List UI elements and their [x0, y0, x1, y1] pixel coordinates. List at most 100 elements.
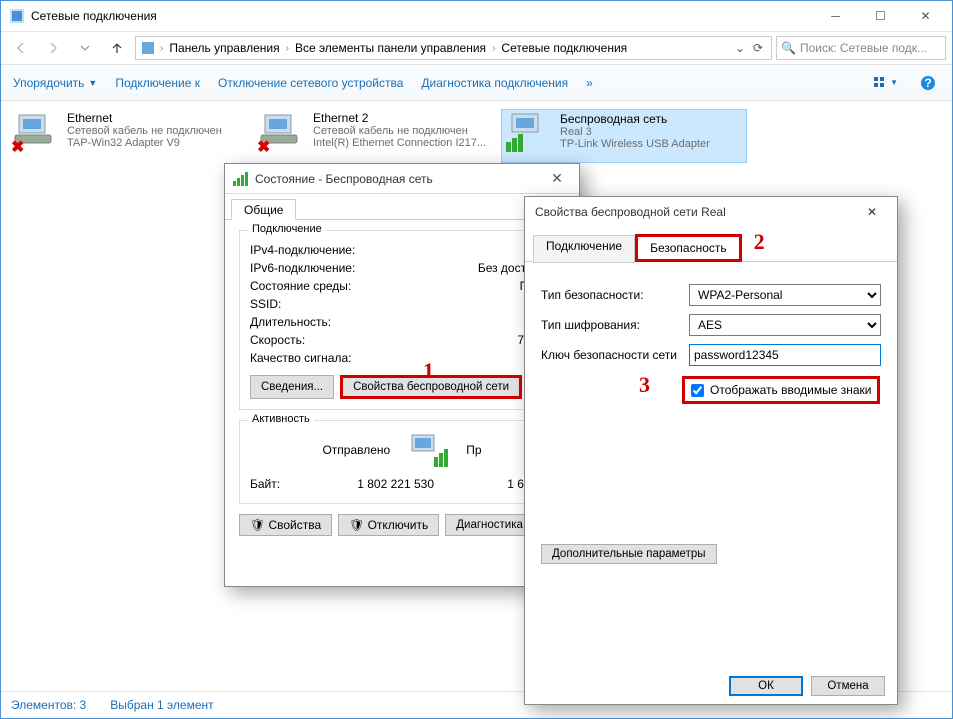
connection-item-ethernet[interactable]: ✖ Ethernet Сетевой кабель не подключен T… [9, 109, 255, 163]
svg-text:?: ? [924, 76, 931, 90]
connection-hardware: Intel(R) Ethernet Connection I217... [313, 137, 486, 149]
disable-button[interactable]: 🛡 Отключить [338, 514, 439, 536]
encryption-select[interactable]: AES [689, 314, 881, 336]
media-label: Состояние среды: [250, 279, 520, 293]
dialog-titlebar: Состояние - Беспроводная сеть ✕ [225, 164, 579, 194]
titlebar: Сетевые подключения ─ ☐ ✕ [1, 1, 952, 31]
breadcrumb-item[interactable]: Сетевые подключения [497, 41, 631, 55]
connection-status: Сетевой кабель не подключен [313, 125, 486, 137]
show-characters-row: Отображать вводимые знаки [682, 376, 880, 404]
quality-label: Качество сигнала: [250, 351, 534, 365]
search-icon: 🔍 [781, 41, 796, 55]
sent-label: Отправлено [322, 443, 390, 457]
minimize-button[interactable]: ─ [813, 2, 858, 30]
chevron-right-icon[interactable]: › [490, 43, 497, 54]
bytes-label: Байт: [250, 477, 334, 491]
maximize-button[interactable]: ☐ [858, 2, 903, 30]
connection-group: Подключение IPv4-подключение:Инте IPv6-п… [239, 230, 565, 410]
connection-status: Сетевой кабель не подключен [67, 125, 222, 137]
duration-label: Длительность: [250, 315, 537, 329]
forward-button[interactable] [39, 36, 67, 60]
properties-button[interactable]: 🛡 Свойства [239, 514, 332, 536]
toolbar-diagnose[interactable]: Диагностика подключения [421, 76, 568, 90]
network-adapter-icon: ✖ [13, 111, 59, 157]
window-title: Сетевые подключения [31, 9, 813, 23]
ipv6-label: IPv6-подключение: [250, 261, 478, 275]
security-key-input[interactable] [689, 344, 881, 366]
chevron-down-icon: ▼ [88, 78, 97, 88]
shield-icon: 🛡 [349, 518, 364, 532]
connection-name: Ethernet [67, 111, 222, 125]
cancel-button[interactable]: Отмена [811, 676, 885, 696]
speed-label: Скорость: [250, 333, 517, 347]
security-key-label: Ключ безопасности сети [541, 348, 679, 362]
control-panel-icon [140, 40, 156, 56]
ok-button[interactable]: ОК [729, 676, 803, 696]
callout-marker-2: 2 [754, 229, 765, 257]
control-panel-icon [9, 8, 25, 24]
refresh-icon[interactable]: ⟳ [749, 41, 767, 55]
view-dropdown-icon[interactable]: ▼ [874, 71, 898, 95]
breadcrumb-item[interactable]: Все элементы панели управления [291, 41, 490, 55]
dialog-title: Свойства беспроводной сети Real [535, 205, 857, 219]
error-x-icon: ✖ [257, 137, 270, 157]
error-x-icon: ✖ [11, 137, 24, 157]
callout-marker-3: 3 [639, 372, 650, 406]
signal-bars-icon [233, 171, 249, 187]
breadcrumb-bar[interactable]: › Панель управления › Все элементы панел… [135, 36, 772, 60]
connection-hardware: TP-Link Wireless USB Adapter [560, 138, 710, 150]
group-title: Активность [248, 413, 314, 425]
tab-security[interactable]: Безопасность [635, 234, 742, 262]
status-count: Элементов: 3 [11, 698, 86, 712]
security-type-select[interactable]: WPA2-Personal [689, 284, 881, 306]
connection-hardware: TAP-Win32 Adapter V9 [67, 137, 222, 149]
advanced-button[interactable]: Дополнительные параметры [541, 544, 717, 564]
search-input[interactable]: 🔍 Поиск: Сетевые подк... [776, 36, 946, 60]
diagnose-button[interactable]: Диагностика [445, 514, 534, 536]
search-placeholder: Поиск: Сетевые подк... [800, 41, 927, 55]
bytes-sent: 1 802 221 530 [334, 477, 434, 491]
wireless-properties-dialog: Свойства беспроводной сети Real ✕ Подклю… [524, 196, 898, 705]
toolbar-more[interactable]: » [586, 76, 593, 90]
tabs: Подключение Безопасность 2 [525, 227, 897, 262]
show-characters-label: Отображать вводимые знаки [710, 383, 871, 397]
toolbar-arrange[interactable]: Упорядочить▼ [13, 76, 97, 90]
close-button[interactable]: ✕ [543, 170, 571, 187]
encryption-label: Тип шифрования: [541, 318, 679, 332]
activity-icon [406, 431, 450, 469]
wireless-adapter-icon [506, 112, 552, 158]
connection-item-ethernet2[interactable]: ✖ Ethernet 2 Сетевой кабель не подключен… [255, 109, 501, 163]
shield-icon: 🛡 [250, 518, 265, 532]
toolbar-disable-device[interactable]: Отключение сетевого устройства [218, 76, 403, 90]
tab-general[interactable]: Общие [231, 199, 296, 220]
close-button[interactable]: ✕ [857, 205, 887, 219]
chevron-right-icon[interactable]: › [158, 43, 165, 54]
chevron-right-icon[interactable]: › [284, 43, 291, 54]
connection-item-wireless[interactable]: Беспроводная сеть Real 3 TP-Link Wireles… [501, 109, 747, 163]
activity-group: Активность Отправлено Пр Байт: 1 802 221… [239, 420, 565, 504]
dialog-titlebar: Свойства беспроводной сети Real ✕ [525, 197, 897, 227]
ssid-label: SSID: [250, 297, 554, 311]
security-type-label: Тип безопасности: [541, 288, 679, 302]
close-button[interactable]: ✕ [903, 2, 948, 30]
help-icon[interactable]: ? [916, 71, 940, 95]
show-characters-checkbox[interactable] [691, 384, 704, 397]
connection-name: Беспроводная сеть [560, 112, 710, 126]
recent-dropdown[interactable] [71, 36, 99, 60]
back-button[interactable] [7, 36, 35, 60]
group-title: Подключение [248, 223, 326, 235]
chevron-down-icon[interactable]: ⌄ [731, 41, 749, 55]
connection-status: Real 3 [560, 126, 710, 138]
breadcrumb-item[interactable]: Панель управления [165, 41, 283, 55]
callout-marker-1: 1 [423, 358, 434, 384]
toolbar-connect[interactable]: Подключение к [115, 76, 200, 90]
toolbar: Упорядочить▼ Подключение к Отключение се… [1, 65, 952, 101]
network-adapter-icon: ✖ [259, 111, 305, 157]
ipv4-label: IPv4-подключение: [250, 243, 527, 257]
dialog-title: Состояние - Беспроводная сеть [255, 172, 543, 186]
details-button[interactable]: Сведения... [250, 375, 334, 399]
up-button[interactable] [103, 36, 131, 60]
tab-connection[interactable]: Подключение [533, 235, 635, 263]
received-label: Пр [466, 443, 481, 457]
nav-bar: › Панель управления › Все элементы панел… [1, 31, 952, 65]
